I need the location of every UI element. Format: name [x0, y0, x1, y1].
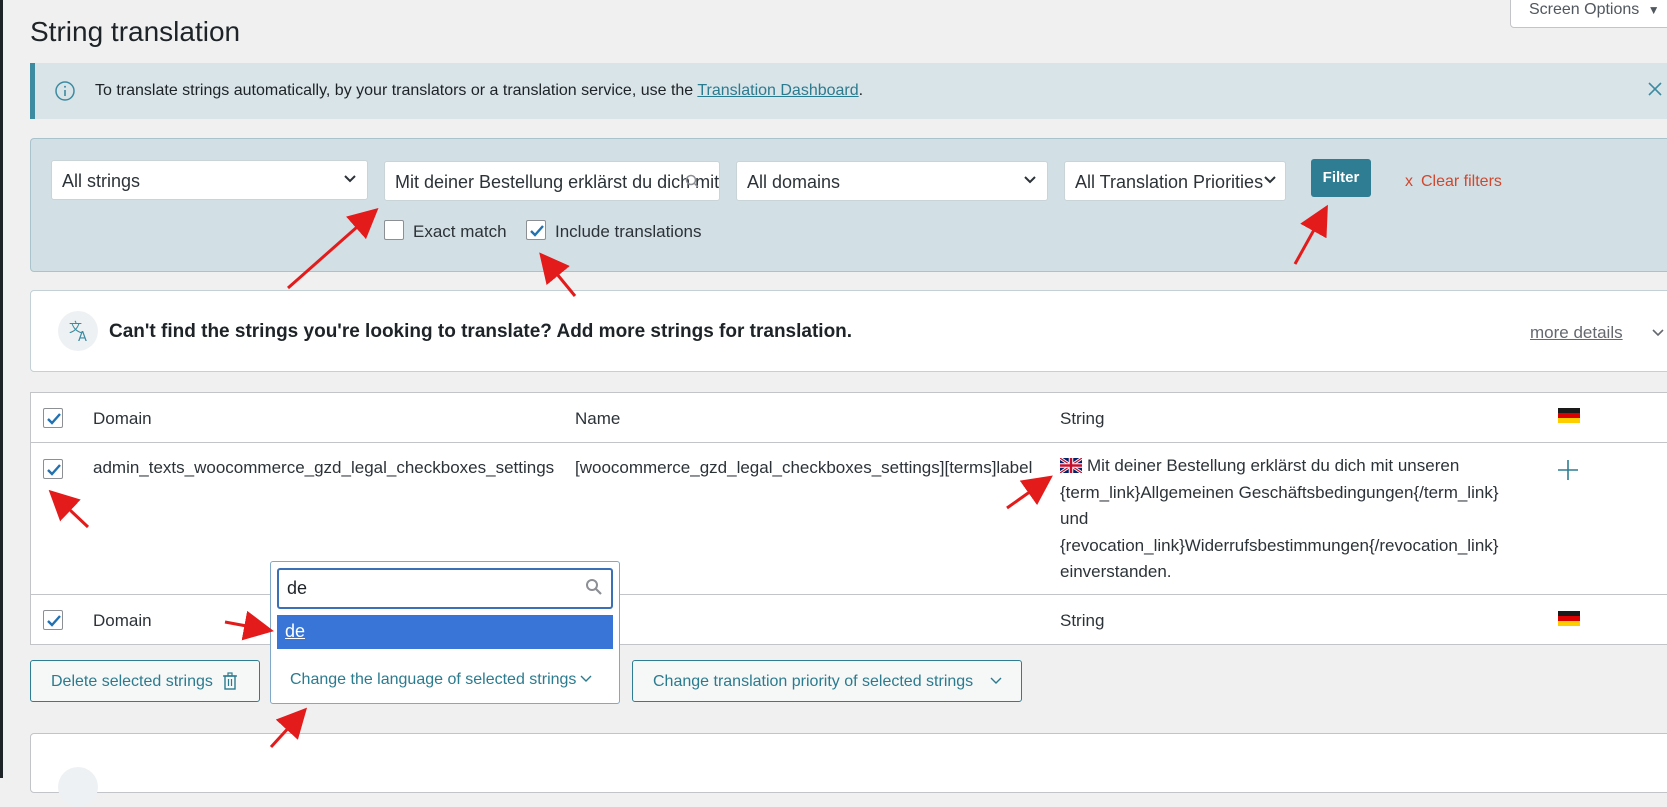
uk-flag-icon	[1060, 458, 1082, 473]
change-language-dropdown[interactable]: de de Change the language of selected st…	[270, 561, 620, 704]
checkmark-icon	[47, 413, 61, 425]
german-flag-icon	[1558, 408, 1580, 423]
notice-text: To translate strings automatically, by y…	[95, 82, 694, 99]
column-header-domain[interactable]: Domain	[93, 409, 152, 429]
notice-period: .	[858, 82, 864, 99]
string-line: Mit deiner Bestellung erklärst du dich m…	[1060, 453, 1499, 480]
delete-selected-strings-label: Delete selected strings	[51, 673, 213, 690]
exact-match-label: Exact match	[413, 222, 507, 241]
add-more-strings-card: 文 A Can't find the strings you're lookin…	[30, 290, 1667, 372]
change-priority-label: Change translation priority of selected …	[653, 673, 974, 690]
string-type-select[interactable]: All strings	[51, 160, 368, 200]
language-search-input[interactable]: de	[277, 568, 613, 609]
row-name: [woocommerce_gzd_legal_checkboxes_settin…	[575, 458, 1033, 477]
clear-filters-label: Clear filters	[1421, 173, 1502, 190]
language-search-value: de	[287, 578, 308, 598]
notice-message: To translate strings automatically, by y…	[95, 82, 863, 100]
chevron-down-icon	[1024, 176, 1036, 184]
search-input[interactable]: Mit deiner Bestellung erklärst du dich m…	[384, 161, 720, 201]
table-divider	[31, 442, 1667, 443]
filter-button[interactable]: Filter	[1311, 159, 1371, 197]
page-title: String translation	[30, 16, 241, 47]
checkmark-icon	[47, 615, 61, 627]
string-line: {revocation_link}Widerrufsbestimmungen{/…	[1060, 535, 1499, 555]
checkmark-icon	[530, 225, 544, 237]
add-translation-plus-icon[interactable]	[1557, 459, 1579, 481]
footer-header-domain[interactable]: Domain	[93, 611, 152, 631]
trash-icon	[223, 672, 237, 690]
bottom-card	[30, 733, 1667, 807]
row-domain: admin_texts_woocommerce_gzd_legal_checkb…	[93, 458, 555, 477]
row-checkbox[interactable]	[43, 459, 63, 479]
translate-icon: 文 A	[58, 311, 98, 351]
chevron-down-icon	[344, 175, 356, 183]
string-type-value: All strings	[62, 171, 141, 191]
chevron-down-icon	[1264, 176, 1276, 184]
string-line: und	[1060, 509, 1089, 528]
select-all-checkbox[interactable]	[43, 408, 63, 428]
svg-text:A: A	[78, 330, 87, 345]
exact-match-checkbox[interactable]	[384, 220, 404, 240]
screen-options-label: Screen Options	[1529, 1, 1640, 18]
add-more-strings-title: Can't find the strings you're looking to…	[109, 321, 853, 342]
footer-header-string[interactable]: String	[1060, 611, 1104, 631]
chevron-down-icon	[990, 677, 1002, 684]
priority-select-value: All Translation Priorities	[1075, 172, 1264, 192]
string-line-text: Mit deiner Bestellung erklärst du dich m…	[1087, 456, 1460, 475]
chevron-down-icon[interactable]	[1651, 328, 1665, 338]
select-all-checkbox-footer[interactable]	[43, 610, 63, 630]
delete-selected-strings-button[interactable]: Delete selected strings	[30, 660, 260, 702]
german-flag-icon	[1558, 611, 1580, 626]
caret-down-icon: ▼	[1647, 3, 1660, 17]
change-language-label: Change the language of selected strings	[290, 671, 577, 688]
translation-dashboard-link[interactable]: Translation Dashboard	[697, 82, 858, 99]
window-edge	[0, 0, 3, 778]
filter-panel	[30, 138, 1667, 272]
column-header-name[interactable]: Name	[575, 409, 620, 429]
info-notice: To translate strings automatically, by y…	[30, 63, 1667, 119]
chevron-down-icon	[580, 675, 592, 682]
more-details-link[interactable]: more details	[1530, 323, 1623, 343]
clear-filters-link[interactable]: x Clear filters	[1405, 173, 1502, 191]
search-icon	[685, 174, 699, 188]
language-option-de[interactable]: de	[277, 615, 613, 649]
column-header-string[interactable]: String	[1060, 409, 1104, 429]
clear-x-icon: x	[1405, 173, 1413, 190]
search-input-value: Mit deiner Bestellung erklärst du dich m…	[395, 172, 720, 192]
priority-select[interactable]: All Translation Priorities	[1064, 161, 1286, 201]
include-translations-checkbox[interactable]	[526, 220, 546, 240]
checkmark-icon	[47, 464, 61, 476]
include-translations-label: Include translations	[555, 222, 702, 241]
domain-select-value: All domains	[747, 172, 841, 192]
info-icon	[55, 81, 75, 101]
screen-options-button[interactable]: Screen Options ▼	[1510, 0, 1667, 28]
card-icon	[58, 767, 98, 807]
domain-select[interactable]: All domains	[736, 161, 1048, 201]
close-icon[interactable]	[1645, 79, 1665, 99]
string-line: {term_link}Allgemeinen Geschäftsbedingun…	[1060, 482, 1499, 502]
change-priority-button[interactable]: Change translation priority of selected …	[632, 660, 1022, 702]
row-string: Mit deiner Bestellung erklärst du dich m…	[1060, 453, 1499, 586]
search-icon	[586, 579, 602, 595]
change-language-button[interactable]: Change the language of selected strings	[290, 671, 592, 689]
string-line: einverstanden.	[1060, 562, 1172, 581]
